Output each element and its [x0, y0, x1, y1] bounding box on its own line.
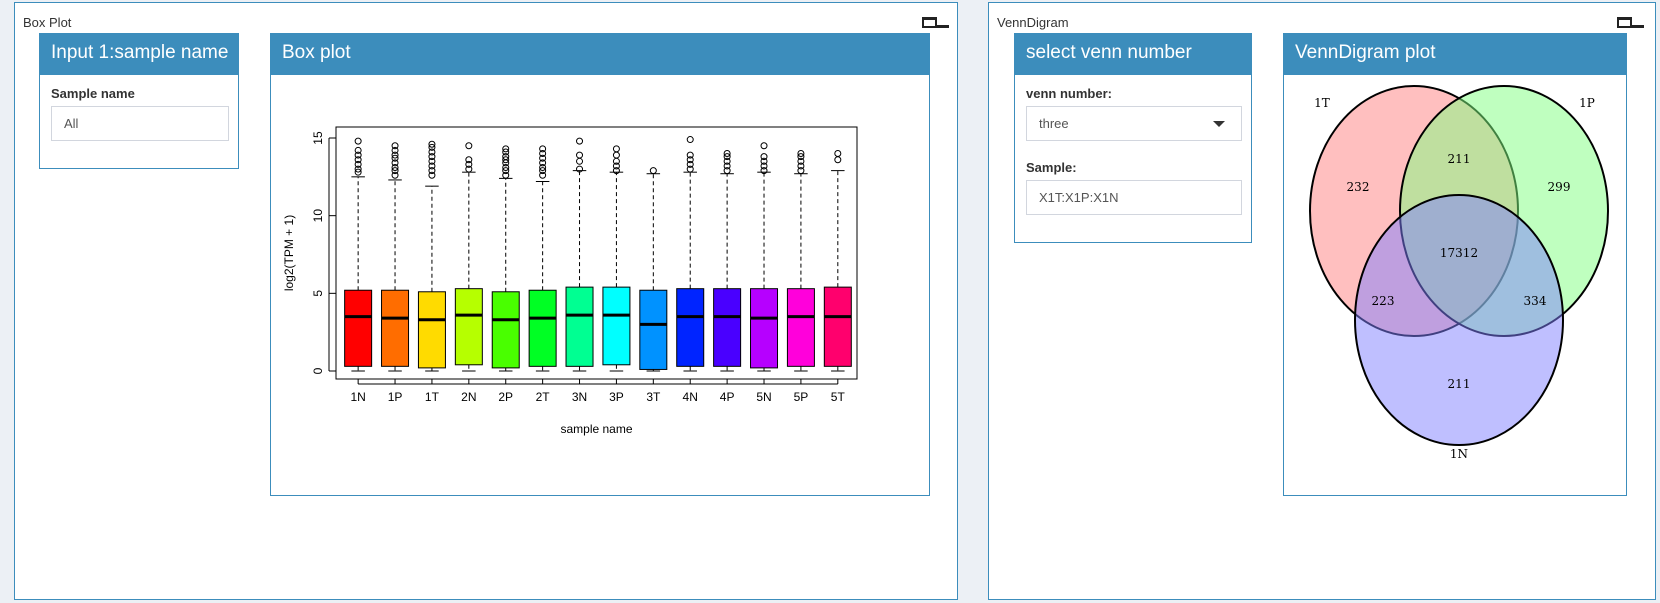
- section-title: Box Plot: [23, 15, 72, 30]
- venn-label-1t: 1T: [1314, 96, 1330, 110]
- chevron-down-icon: [1213, 121, 1225, 127]
- x-tick-label: 1P: [388, 390, 403, 404]
- input-panel: Input 1:sample name Sample name All: [39, 33, 239, 169]
- venn-number-label: venn number:: [1026, 86, 1112, 101]
- window-toggle-icon[interactable]: [1615, 16, 1645, 30]
- venn-label-1n: 1N: [1450, 447, 1468, 461]
- box-2P: [491, 291, 520, 369]
- box-outlier: [649, 167, 657, 175]
- box-outlier: [686, 136, 694, 144]
- box-5T: [823, 286, 852, 367]
- box-3P: [602, 286, 631, 366]
- venn-count-all: 17312: [1440, 246, 1478, 260]
- x-axis-label: sample name: [560, 422, 632, 436]
- x-tick-label: 2N: [461, 390, 476, 404]
- x-tick-label: 5T: [831, 390, 846, 404]
- venn-number-select[interactable]: three: [1026, 106, 1242, 141]
- box-1N: [344, 289, 373, 367]
- y-tick-label: 5: [311, 290, 325, 297]
- panel-header: select venn number: [1015, 34, 1251, 75]
- y-tick-label: 0: [311, 367, 325, 374]
- y-tick-label: 15: [311, 131, 325, 145]
- x-tick-label: 3T: [646, 390, 661, 404]
- x-tick-label: 4P: [720, 390, 735, 404]
- panel-header: Input 1:sample name: [40, 34, 238, 75]
- venn-count-1t-only: 232: [1347, 180, 1370, 194]
- window-toggle-icon[interactable]: [920, 16, 950, 30]
- panel-header: Box plot: [271, 34, 929, 75]
- y-tick-label: 10: [311, 209, 325, 223]
- venn-count-1p-only: 299: [1548, 180, 1571, 194]
- x-tick-label: 5N: [756, 390, 771, 404]
- sample-name-label: Sample name: [51, 86, 135, 101]
- venn-diagram: 1T 1P 1N 232 299 211 17312 223 334 211: [1309, 85, 1609, 461]
- x-tick-label: 5P: [794, 390, 809, 404]
- x-tick-label: 1T: [425, 390, 440, 404]
- x-tick-label: 1N: [350, 390, 365, 404]
- venn-number-value: three: [1039, 116, 1069, 131]
- sample-name-input[interactable]: All: [51, 106, 229, 141]
- box-plot-section: Box Plot Input 1:sample name Sample name…: [14, 2, 958, 600]
- box-plot-panel: Box plot 0 5 10 15 log2(TPM + 1) sample name 1…: [270, 33, 930, 496]
- venn-count-1n-only: 211: [1448, 377, 1471, 391]
- box-outlier: [612, 145, 620, 153]
- venn-section: VennDigram select venn number venn numbe…: [988, 2, 1656, 600]
- plot-frame: [335, 126, 858, 380]
- box-outlier: [760, 142, 768, 150]
- select-venn-panel: select venn number venn number: three Sa…: [1014, 33, 1252, 243]
- box-5N: [750, 288, 779, 369]
- x-tick-label: 4N: [683, 390, 698, 404]
- box-4P: [713, 288, 742, 367]
- box-3T: [639, 289, 668, 370]
- box-outlier: [834, 150, 842, 158]
- x-tick-label: 3P: [609, 390, 624, 404]
- venn-count-1t-1p: 211: [1448, 152, 1471, 166]
- box-outlier: [612, 151, 620, 159]
- x-tick-label: 2T: [536, 390, 551, 404]
- box-5P: [786, 288, 815, 367]
- box-outlier: [465, 142, 473, 150]
- box-3N: [565, 286, 594, 367]
- box-2N: [454, 288, 483, 366]
- venn-label-1p: 1P: [1579, 96, 1595, 110]
- sample-input[interactable]: X1T:X1P:X1N: [1026, 180, 1242, 215]
- box-plot-chart: 0 5 10 15 log2(TPM + 1) sample name 1N 1P 1T 2N 2P…: [282, 126, 858, 436]
- box-outlier: [834, 156, 842, 164]
- box-2T: [528, 289, 557, 367]
- box-1T: [417, 291, 446, 369]
- sample-label: Sample:: [1026, 160, 1077, 175]
- venn-set-1n: [1354, 194, 1564, 446]
- box-outlier: [576, 157, 584, 165]
- panel-header: VennDigram plot: [1284, 34, 1626, 75]
- box-outlier: [576, 137, 584, 145]
- box-outlier: [354, 137, 362, 145]
- box-1P: [381, 289, 410, 367]
- section-title: VennDigram: [997, 15, 1069, 30]
- venn-plot-panel: VennDigram plot 1T 1P 1N 232 299 211 173…: [1283, 33, 1627, 496]
- box-outlier: [576, 151, 584, 159]
- box-4N: [676, 288, 705, 367]
- x-tick-label: 3N: [572, 390, 587, 404]
- venn-count-1p-1n: 334: [1524, 294, 1547, 308]
- y-axis-label: log2(TPM + 1): [282, 215, 296, 291]
- venn-count-1t-1n: 223: [1372, 294, 1395, 308]
- x-tick-label: 2P: [498, 390, 513, 404]
